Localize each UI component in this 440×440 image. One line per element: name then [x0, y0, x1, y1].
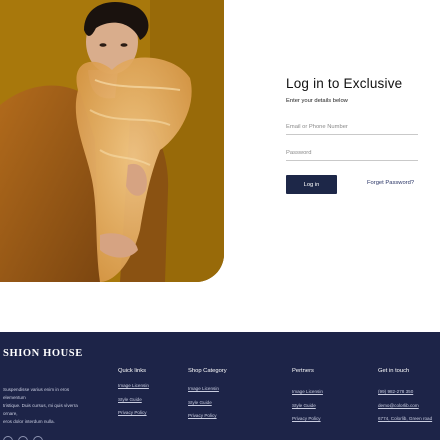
footer-link[interactable]: Style Guide [118, 397, 149, 402]
email-field-wrapper [286, 124, 418, 135]
login-form: Log in to Exclusive Enter your details b… [286, 76, 418, 194]
footer-link[interactable]: Privacy Policy [118, 410, 149, 415]
footer-brand: SHION HOUSE [3, 348, 83, 359]
footer-link[interactable]: Style Guide [188, 400, 227, 405]
hero-photo [0, 0, 224, 282]
contact-address[interactable]: 6774, Colorlib, Green road [378, 416, 432, 421]
login-subtitle: Enter your details below [286, 98, 348, 104]
social-links [3, 436, 43, 440]
footer-blurb-line: elementum [3, 395, 26, 400]
footer-column-title: Quick links [118, 368, 147, 374]
forgot-password-link[interactable]: Forget Password? [367, 180, 414, 186]
footer-blurb-line: tristique. Duis cursus, mi quis viverra [3, 403, 78, 408]
password-field-wrapper [286, 150, 418, 161]
contact-phone[interactable]: (99) 982-278 350 [378, 389, 432, 394]
login-title: Log in to Exclusive [286, 76, 403, 91]
twitter-icon[interactable] [18, 436, 28, 440]
footer-column-get-in-touch: Get in touch (99) 982-278 350 demo@color… [378, 368, 432, 430]
footer-column-partners: Pertners Image Licensin Style Guide Priv… [292, 368, 323, 430]
footer: SHION HOUSE Suspendisse varius enim in e… [0, 332, 440, 440]
footer-column-shop-category: Shop Category Image Licensin Style Guide… [188, 368, 227, 427]
login-button[interactable]: Log in [286, 175, 337, 194]
password-field[interactable] [286, 150, 418, 156]
footer-link[interactable]: Privacy Policy [188, 413, 227, 418]
instagram-icon[interactable] [33, 436, 43, 440]
footer-link[interactable]: Image Licensin [188, 386, 227, 391]
hero-illustration [0, 0, 224, 282]
footer-blurb-line: eros dolor interdum nulla. [3, 419, 55, 424]
footer-column-title: Pertners [292, 368, 314, 374]
footer-link[interactable]: Style Guide [292, 403, 323, 408]
footer-column-title: Shop Category [188, 368, 227, 374]
footer-column-title: Get in touch [378, 368, 410, 374]
footer-blurb-line: ornare, [3, 411, 18, 416]
footer-blurb-line: Suspendisse varius enim in eros [3, 387, 70, 392]
footer-column-quick-links: Quick links Image Licensin Style Guide P… [118, 368, 149, 424]
email-field[interactable] [286, 124, 418, 130]
footer-link[interactable]: Image Licensin [292, 389, 323, 394]
footer-link[interactable]: Image Licensin [118, 383, 149, 388]
contact-email[interactable]: demo@colorlib.com [378, 403, 432, 408]
footer-blurb: Suspendisse varius enim in eros elementu… [3, 386, 108, 426]
facebook-icon[interactable] [3, 436, 13, 440]
footer-link[interactable]: Privacy Policy [292, 416, 323, 421]
